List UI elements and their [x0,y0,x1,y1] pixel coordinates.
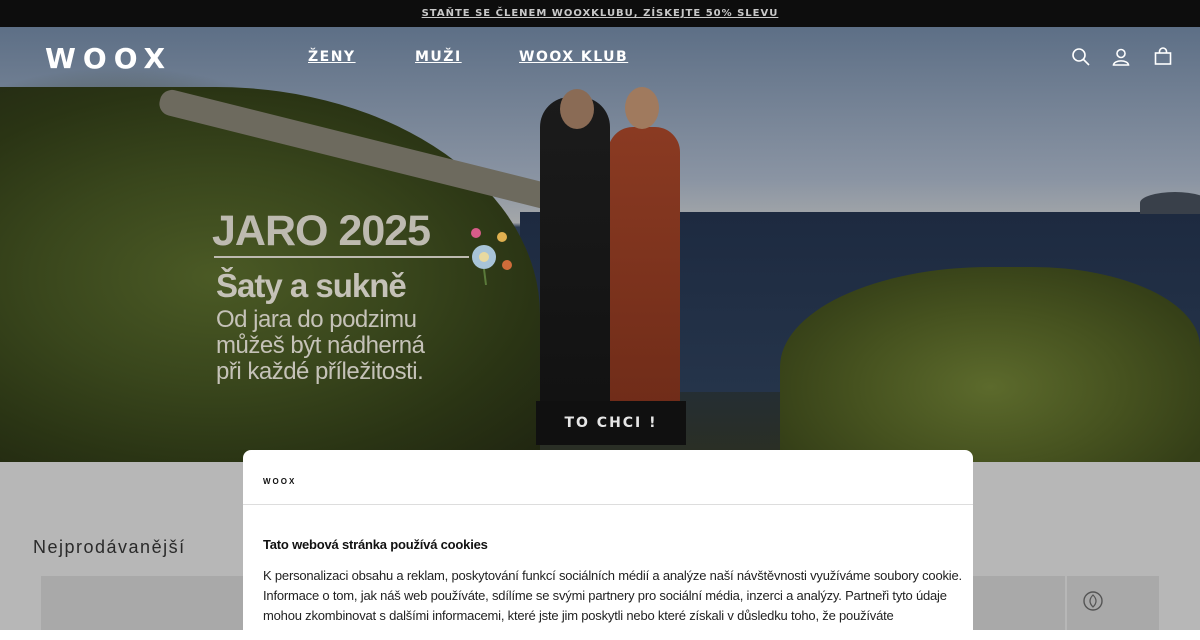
bag-icon [1154,47,1172,65]
nav-item-woox-klub[interactable]: WOOX KLUB [519,49,628,65]
cookie-brand-logo: WOOX [263,477,297,486]
nav-item-zeny[interactable]: ŽENY [308,49,356,65]
hero-title: JARO 2025 [212,207,431,255]
hero-model-black-dress [540,97,610,437]
promo-link[interactable]: STAŇTE SE ČLENEM WOOXKLUBU, ZÍSKEJTE 50%… [422,8,779,19]
flower-decoration-icon [471,228,512,285]
hero-subtitle: Šaty a sukně [216,267,407,304]
account-button[interactable] [1109,45,1133,69]
hero-island [1140,192,1200,214]
section-title-bestsellers: Nejprodávanější [33,537,186,557]
account-icon [1112,48,1130,66]
hero-model-red-dress [608,127,680,427]
cookie-text: K personalizaci obsahu a reklam, poskyto… [263,568,962,623]
hero-body: Od jara do podzimu můžeš být nádherná př… [216,307,476,385]
product-card[interactable] [41,576,243,630]
promo-bar: STAŇTE SE ČLENEM WOOXKLUBU, ZÍSKEJTE 50%… [0,0,1200,27]
search-button[interactable] [1069,45,1093,69]
woox-logo[interactable]: WOOX [45,42,172,75]
hero-model-head [625,87,659,129]
hero-cta-button[interactable]: TO CHCI ! [536,401,686,445]
bag-button[interactable] [1151,45,1175,69]
eco-leaf-icon [1083,591,1103,611]
hero-model-head [560,89,594,129]
hero-body-line: můžeš být nádherná [216,332,425,359]
search-icon [1072,48,1090,66]
hero-body-line: Od jara do podzimu [216,306,417,333]
hero-banner: JARO 2025 Šaty a sukně Od jara do podzim… [0,27,1200,462]
hero-foliage-right [780,267,1200,462]
hero-body-line: při každé příležitosti. [216,358,424,385]
product-card[interactable] [1067,576,1159,630]
cookie-dialog: WOOX Tato webová stránka používá cookies… [243,450,973,640]
product-card[interactable] [973,576,1065,630]
cookie-divider [243,504,973,505]
cookie-title: Tato webová stránka používá cookies [263,537,488,552]
nav-item-muzi[interactable]: MUŽI [415,49,462,65]
hero-divider [214,256,469,258]
